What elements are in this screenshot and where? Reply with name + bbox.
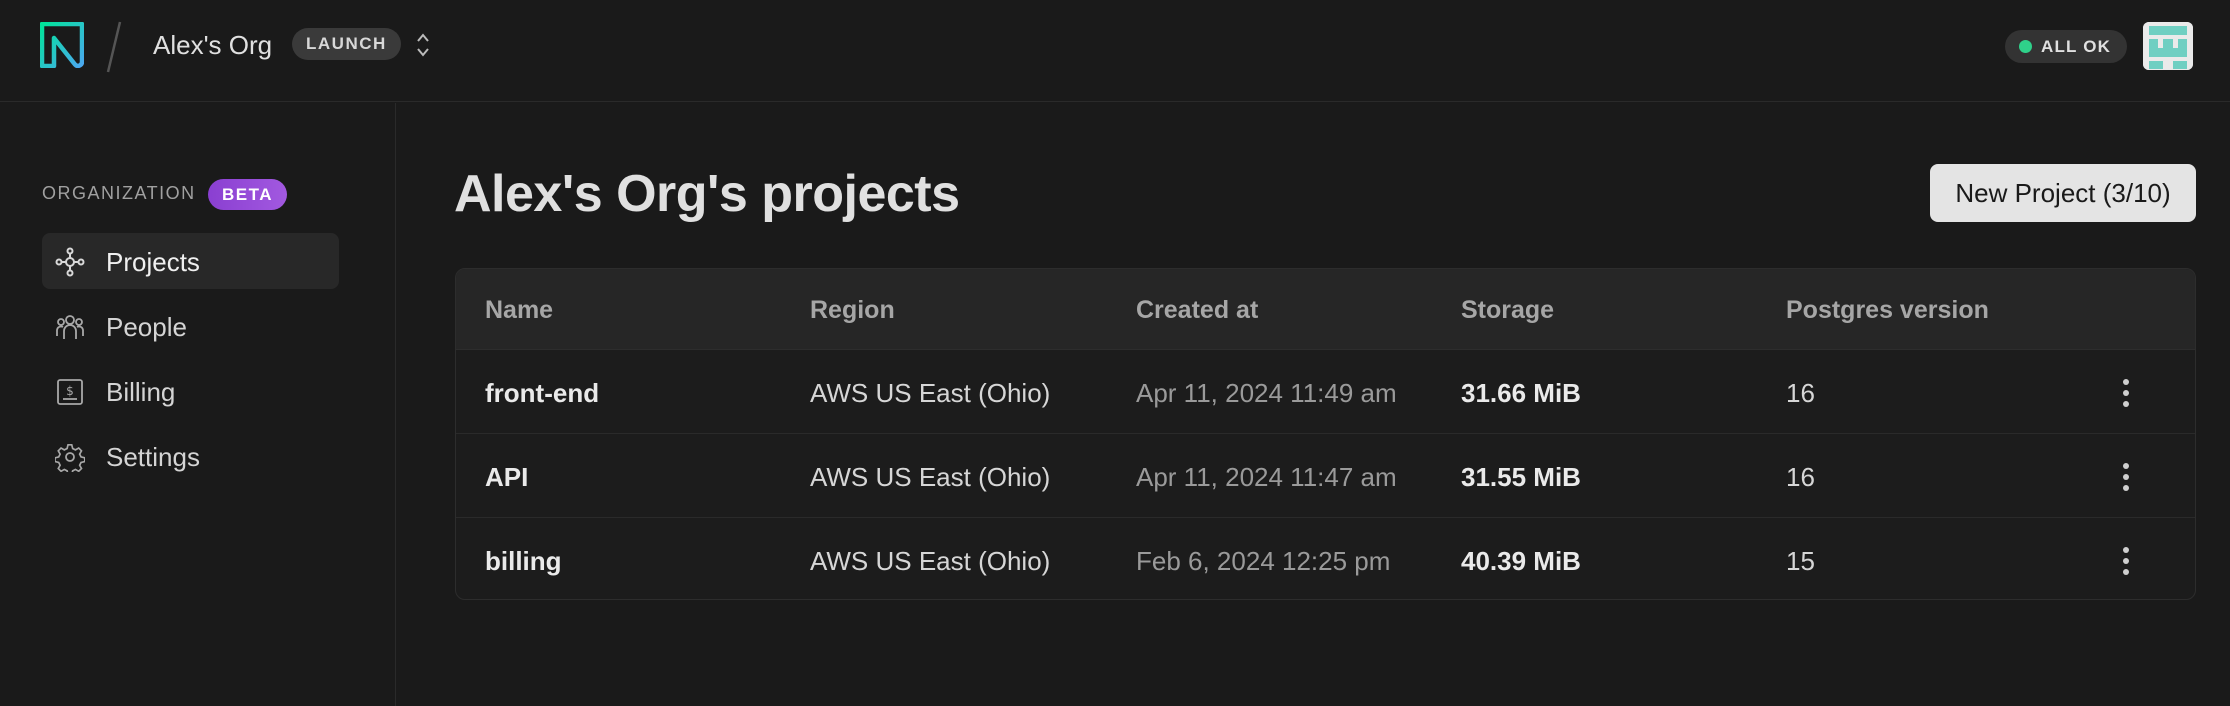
project-storage: 31.55 MiB: [1461, 462, 1581, 492]
status-label: ALL OK: [2041, 36, 2112, 56]
table-row[interactable]: front-end AWS US East (Ohio) Apr 11, 202…: [456, 351, 2195, 434]
column-header-name[interactable]: Name: [485, 296, 553, 325]
svg-text:$: $: [66, 384, 74, 398]
table-row[interactable]: billing AWS US East (Ohio) Feb 6, 2024 1…: [456, 519, 2195, 599]
table-row[interactable]: API AWS US East (Ohio) Apr 11, 2024 11:4…: [456, 435, 2195, 518]
project-storage: 31.66 MiB: [1461, 378, 1581, 408]
project-region: AWS US East (Ohio): [810, 462, 1051, 492]
project-created-at: Apr 11, 2024 11:47 am: [1136, 462, 1397, 492]
status-dot-icon: [2019, 40, 2032, 53]
project-name[interactable]: front-end: [485, 378, 599, 408]
column-header-postgres-version[interactable]: Postgres version: [1786, 296, 1989, 325]
sidebar-item-label: Projects: [106, 247, 200, 277]
org-name[interactable]: Alex's Org: [153, 29, 272, 61]
sidebar-item-label: People: [106, 312, 187, 342]
more-options-icon[interactable]: [2116, 377, 2136, 409]
projects-table: Name Region Created at Storage Postgres …: [455, 268, 2196, 600]
billing-icon: $: [57, 379, 83, 405]
new-project-button[interactable]: New Project (3/10): [1930, 164, 2196, 222]
sidebar-item-settings[interactable]: Settings: [42, 428, 339, 484]
table-header: Name Region Created at Storage Postgres …: [456, 269, 2195, 350]
project-postgres-version: 16: [1786, 378, 1815, 408]
sidebar-item-projects[interactable]: Projects: [42, 233, 339, 289]
sidebar-item-label: Settings: [106, 442, 200, 472]
project-postgres-version: 16: [1786, 462, 1815, 492]
sidebar-section-title: ORGANIZATION: [42, 183, 196, 203]
avatar[interactable]: [2143, 22, 2193, 70]
page-title: Alex's Org's projects: [454, 165, 960, 223]
project-postgres-version: 15: [1786, 546, 1815, 576]
sidebar: ORGANIZATION BETA Projects People $ Bill…: [0, 103, 396, 706]
column-header-region[interactable]: Region: [810, 296, 895, 325]
project-name[interactable]: billing: [485, 546, 562, 576]
gear-icon: [55, 443, 85, 472]
neon-logo-icon[interactable]: [40, 22, 84, 68]
project-created-at: Feb 6, 2024 12:25 pm: [1136, 546, 1391, 576]
column-header-created[interactable]: Created at: [1136, 296, 1258, 325]
project-region: AWS US East (Ohio): [810, 378, 1051, 408]
status-badge[interactable]: ALL OK: [2005, 30, 2128, 63]
people-icon: [56, 315, 84, 339]
sidebar-item-billing[interactable]: $ Billing: [42, 363, 339, 419]
project-name[interactable]: API: [485, 462, 528, 492]
breadcrumb-separator: [106, 21, 122, 73]
project-created-at: Apr 11, 2024 11:49 am: [1136, 378, 1397, 408]
projects-icon: [55, 247, 85, 277]
project-storage: 40.39 MiB: [1461, 546, 1581, 576]
column-header-storage[interactable]: Storage: [1461, 296, 1554, 325]
more-options-icon[interactable]: [2116, 461, 2136, 493]
plan-badge: LAUNCH: [292, 28, 401, 60]
beta-badge: BETA: [208, 179, 288, 210]
more-options-icon[interactable]: [2116, 545, 2136, 577]
sidebar-item-label: Billing: [106, 377, 176, 407]
chevron-up-down-icon[interactable]: [413, 30, 433, 60]
project-region: AWS US East (Ohio): [810, 546, 1051, 576]
top-bar: Alex's Org LAUNCH ALL OK: [0, 0, 2230, 102]
sidebar-item-people[interactable]: People: [42, 298, 339, 354]
